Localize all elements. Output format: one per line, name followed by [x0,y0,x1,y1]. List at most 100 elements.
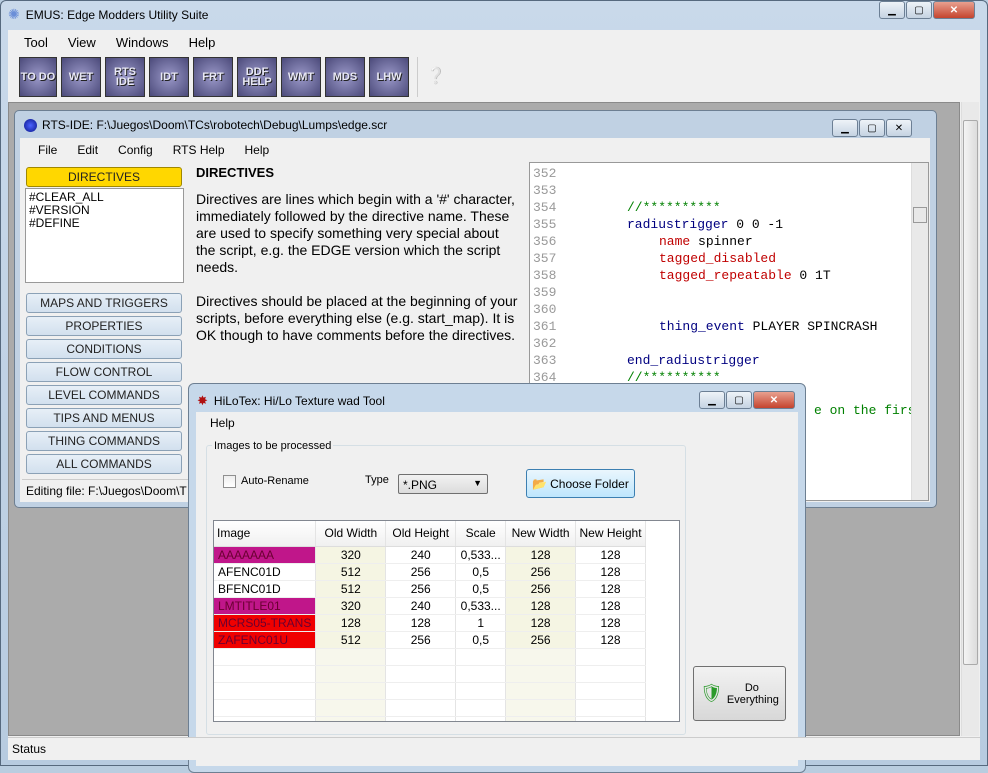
rts-menu-file[interactable]: File [28,143,67,157]
tool-ddf-help-button[interactable]: DDF HELP [237,57,277,97]
choose-folder-button[interactable]: 📂 Choose Folder [526,469,635,498]
hilotex-close-button[interactable]: ✕ [753,391,795,409]
menu-view[interactable]: View [58,35,106,50]
rts-status-bar: Editing file: F:\Juegos\Doom\T [22,479,192,501]
category-level-commands-button[interactable]: LEVEL COMMANDS [26,385,182,405]
menu-help[interactable]: Help [179,35,226,50]
tool-frt-button[interactable]: FRT [193,57,233,97]
tool-todo-button[interactable]: TO DO [19,57,57,97]
cell-oh: 240 [385,597,457,615]
col-scale[interactable]: Scale [455,521,507,547]
empty-row [214,648,646,666]
empty-cell [214,699,317,717]
cell-oh: 256 [385,580,457,598]
empty-cell [575,716,646,721]
empty-cell [575,665,646,683]
menu-windows[interactable]: Windows [106,35,179,50]
category-properties-button[interactable]: PROPERTIES [26,316,182,336]
category-tips-and-menus-button[interactable]: TIPS AND MENUS [26,408,182,428]
rts-menu-config[interactable]: Config [108,143,163,157]
rts-menu-edit[interactable]: Edit [67,143,108,157]
cell-ow: 512 [315,631,387,649]
close-button[interactable]: ✕ [933,1,975,19]
category-conditions-button[interactable]: CONDITIONS [26,339,182,359]
cell-ow: 512 [315,563,387,581]
category-directives-button[interactable]: DIRECTIVES [26,167,182,187]
category-flow-control-button[interactable]: FLOW CONTROL [26,362,182,382]
table-row[interactable]: AFENC01D 512 256 0,5 256 128 [214,563,646,581]
auto-rename-label[interactable]: Auto-Rename [241,475,309,487]
line-number: 360 [533,302,557,317]
maximize-button[interactable]: ▢ [906,1,932,19]
cell-image: BFENC01D [214,580,317,598]
rts-menu-help[interactable]: Help [235,143,280,157]
mdi-scrollbar-thumb[interactable] [963,120,978,665]
empty-cell [455,699,507,717]
table-row[interactable]: LMTITLE01 320 240 0,533... 128 128 [214,597,646,615]
hilotex-title: ✸ HiLoTex: Hi/Lo Texture wad Tool [197,393,385,408]
hilotex-menu-help[interactable]: Help [210,416,235,430]
tool-rts-ide-button[interactable]: RTS IDE [105,57,145,97]
list-item[interactable]: #DEFINE [29,217,180,230]
tool-wet-button[interactable]: WET [61,57,101,97]
tool-mds-button[interactable]: MDS [325,57,365,97]
tool-idt-button[interactable]: IDT [149,57,189,97]
empty-cell [505,665,577,683]
col-old-width[interactable]: Old Width [315,521,387,547]
category-all-commands-button[interactable]: ALL COMMANDS [26,454,182,474]
cell-oh: 128 [385,614,457,632]
code-scrollbar-thumb[interactable] [913,207,927,223]
col-image[interactable]: Image [214,521,317,547]
cell-ow: 128 [315,614,387,632]
empty-cell [315,665,387,683]
cell-nw: 128 [505,614,577,632]
images-table[interactable]: Image Old Width Old Height Scale New Wid… [213,520,680,722]
category-maps-and-triggers-button[interactable]: MAPS AND TRIGGERS [26,293,182,313]
col-new-width[interactable]: New Width [505,521,577,547]
empty-cell [385,648,457,666]
cell-nh: 128 [575,563,646,581]
mdi-scrollbar[interactable] [961,102,979,736]
rts-maximize-button[interactable]: ▢ [859,119,885,137]
rts-minimize-button[interactable]: ▁ [832,119,858,137]
auto-rename-checkbox[interactable] [223,475,236,488]
hilotex-minimize-button[interactable]: ▁ [699,391,725,409]
empty-cell [315,699,387,717]
code-line: 352 [533,166,928,183]
minimize-button[interactable]: ▁ [879,1,905,19]
status-text: Status [12,742,47,756]
type-select[interactable]: *.PNG ▼ [398,474,488,494]
code-token: 0 1T [791,268,831,283]
cell-image: LMTITLE01 [214,597,317,615]
table-row[interactable]: AAAAAAA 320 240 0,533... 128 128 [214,546,646,564]
menu-tool[interactable]: Tool [14,35,58,50]
category-thing-commands-button[interactable]: THING COMMANDS [26,431,182,451]
directives-list[interactable]: #CLEAR_ALL #VERSION #DEFINE [25,188,184,283]
tool-wmt-button[interactable]: WMT [281,57,321,97]
do-everything-button[interactable]: 🛡 Do Everything [693,666,786,721]
table-row[interactable]: ZAFENC01U 512 256 0,5 256 128 [214,631,646,649]
table-row[interactable]: BFENC01D 512 256 0,5 256 128 [214,580,646,598]
hilotex-maximize-button[interactable]: ▢ [726,391,752,409]
tool-lhw-button[interactable]: LHW [369,57,409,97]
help-book-icon[interactable]: ❔ [426,57,448,97]
cell-ow: 320 [315,546,387,564]
line-number: 358 [533,268,557,283]
cell-nw: 256 [505,631,577,649]
col-old-height[interactable]: Old Height [385,521,457,547]
line-number: 352 [533,166,557,181]
empty-cell [505,699,577,717]
cell-scale: 0,5 [455,563,507,581]
code-scrollbar[interactable] [911,163,928,500]
rts-menu-rts-help[interactable]: RTS Help [163,143,235,157]
rts-close-button[interactable]: ✕ [886,119,912,137]
table-row[interactable]: MCRS05-TRANS 128 128 1 128 128 [214,614,646,632]
window-title: ✺ EMUS: Edge Modders Utility Suite [8,6,209,22]
code-line: 363 end_radiustrigger [533,353,928,370]
shield-check-icon: 🛡 [700,683,723,703]
empty-cell [505,716,577,721]
line-number: 363 [533,353,557,368]
col-new-height[interactable]: New Height [575,521,646,547]
code-fragment: e on the first [814,403,924,418]
cell-image: ZAFENC01U [214,631,317,649]
